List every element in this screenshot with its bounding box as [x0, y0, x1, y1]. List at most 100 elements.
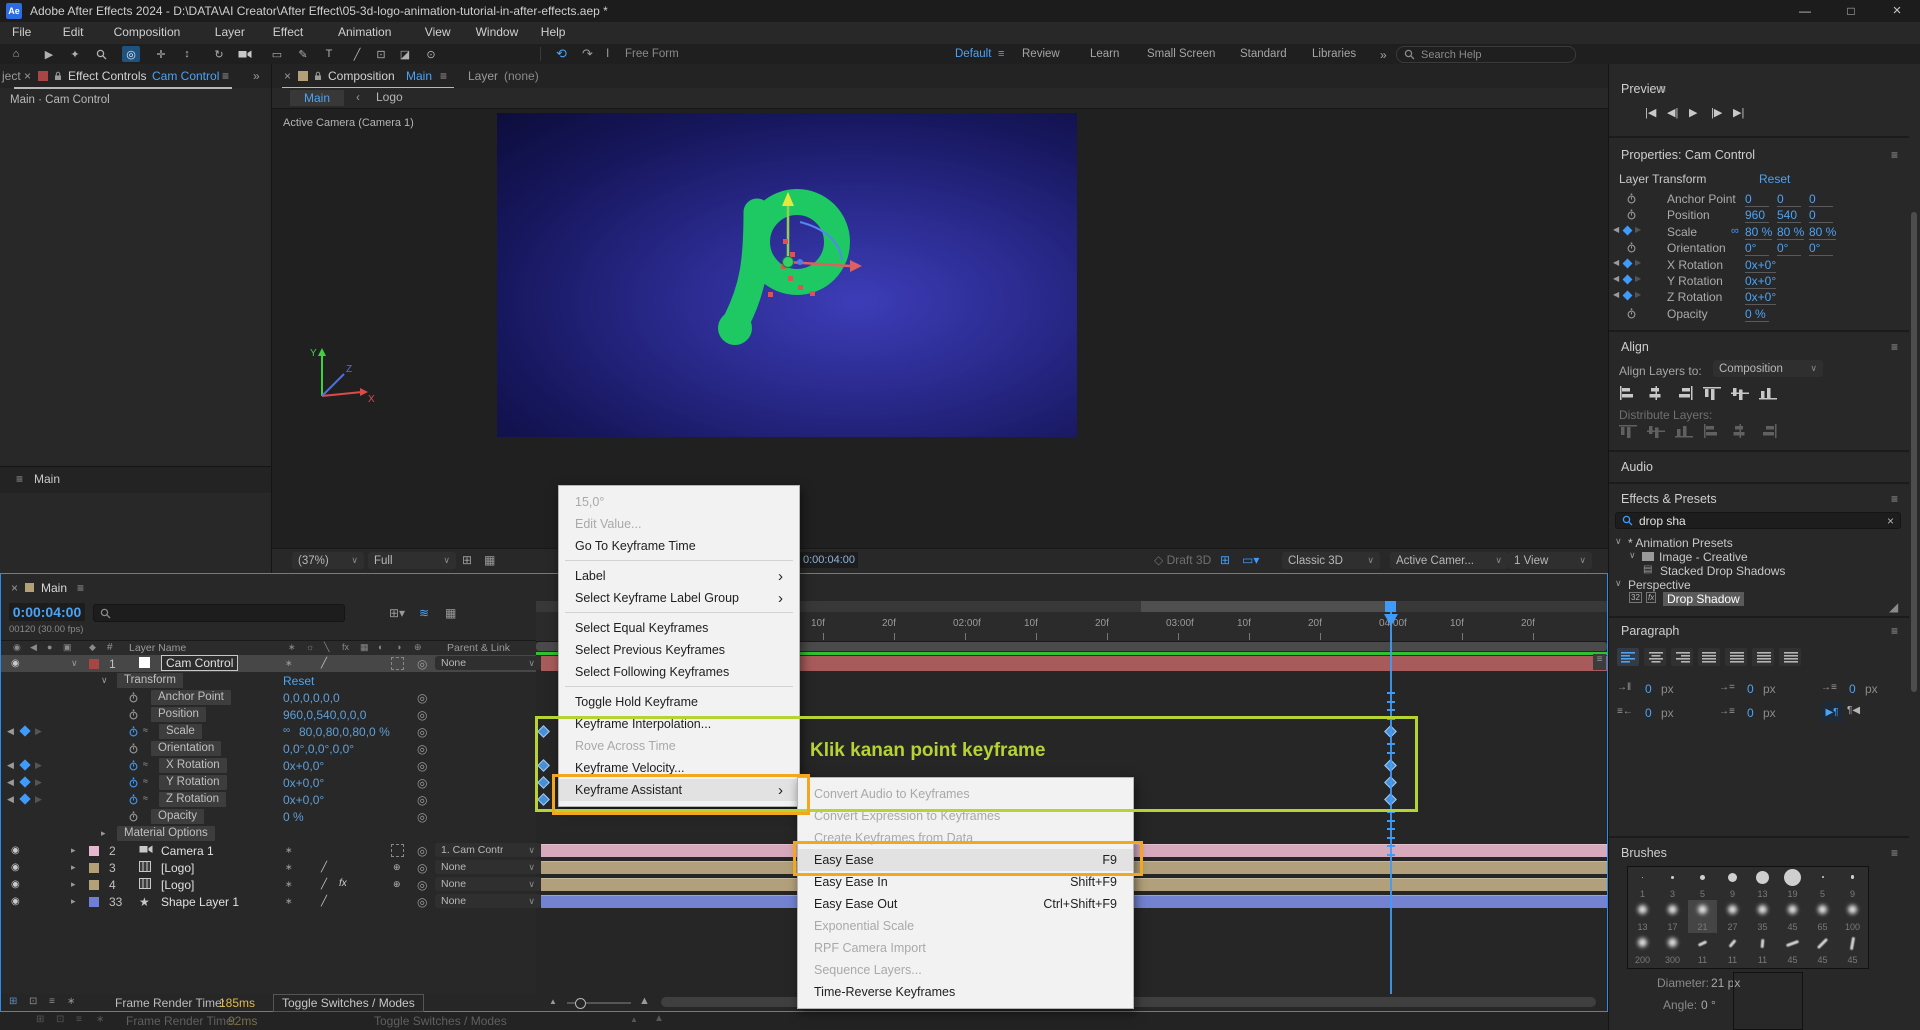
home-icon[interactable]: ⌂: [7, 46, 25, 62]
quality-switch-icon[interactable]: ╱: [321, 879, 327, 890]
pickwhip-icon[interactable]: ◎: [417, 759, 427, 773]
playhead-head[interactable]: [1384, 614, 1398, 626]
property-value[interactable]: 0x+0,0°: [283, 793, 324, 807]
panel-menu-icon[interactable]: ≡: [222, 69, 229, 83]
workspace-overflow-icon[interactable]: »: [1380, 48, 1387, 62]
time-navigator-end-handle[interactable]: [1385, 601, 1396, 612]
expand-transfer-controls-icon[interactable]: ⊡: [29, 996, 37, 1007]
brush-preset[interactable]: 200: [1628, 933, 1657, 966]
layer-tab[interactable]: Layer: [468, 69, 498, 83]
monitor-icon[interactable]: ▭▾: [1242, 553, 1259, 567]
comp-tab-main[interactable]: Main: [290, 90, 344, 106]
property-value[interactable]: 0x+0°: [1745, 274, 1776, 289]
justify-last-right-button[interactable]: [1752, 648, 1774, 666]
layer-name-column-header[interactable]: Layer Name: [129, 642, 186, 654]
property-name[interactable]: Opacity: [151, 809, 204, 824]
keyframe-nav-diamond-icon[interactable]: [19, 793, 30, 804]
workspace-tab-small-screen[interactable]: Small Screen: [1147, 48, 1215, 60]
stopwatch-icon[interactable]: [1627, 209, 1636, 220]
keyframe-nav-next-icon[interactable]: ▶: [1635, 290, 1641, 299]
brush-preset[interactable]: 5: [1808, 867, 1837, 900]
composition-tab-target[interactable]: Main: [406, 69, 432, 83]
composition-tab[interactable]: Composition: [328, 69, 395, 83]
tree-item--animation-presets[interactable]: * Animation Presets: [1628, 536, 1733, 550]
stopwatch-icon[interactable]: [1627, 308, 1636, 319]
graph-overlay-icon[interactable]: ≈: [143, 725, 148, 735]
align-bottom-icon[interactable]: [1759, 386, 1777, 400]
graph-overlay-icon[interactable]: ≈: [143, 793, 148, 803]
pickwhip-icon[interactable]: ◎: [417, 776, 427, 790]
stopwatch-icon[interactable]: [129, 743, 138, 754]
link-icon[interactable]: ∞: [1731, 225, 1739, 237]
property-value[interactable]: 0 %: [1745, 307, 1769, 322]
project-tab[interactable]: ject: [2, 69, 21, 83]
toggle-switches-modes-button[interactable]: Toggle Switches / Modes: [273, 994, 424, 1012]
pan-camera-tool-icon[interactable]: ✛: [152, 46, 170, 62]
context-menu-item-select-following-keyframes[interactable]: Select Following Keyframes: [559, 661, 799, 683]
docked-panel-tab[interactable]: Main: [34, 472, 60, 486]
layer-visibility-icon[interactable]: ◉: [11, 658, 20, 669]
parent-pickwhip-icon[interactable]: ◎: [417, 657, 427, 671]
context-menu-item-select-keyframe-label-group[interactable]: Select Keyframe Label Group›: [559, 587, 799, 609]
help-search-box[interactable]: Search Help: [1396, 46, 1576, 63]
motion-blur-icon[interactable]: ▦: [445, 606, 456, 620]
property-value[interactable]: 0x+0,0°: [283, 759, 324, 773]
collapse-switch-icon[interactable]: ∗: [285, 879, 293, 890]
parent-link-column-header[interactable]: Parent & Link: [447, 642, 510, 654]
stopwatch-icon[interactable]: [129, 760, 138, 771]
collapse-switch-icon[interactable]: ∗: [285, 658, 293, 669]
submenu-item-easy-ease-out[interactable]: Easy Ease OutCtrl+Shift+F9: [798, 893, 1133, 915]
draft-3d-toggle[interactable]: ◇ Draft 3D: [1154, 553, 1211, 567]
property-value[interactable]: 80 %: [1745, 225, 1772, 240]
submenu-item-time-reverse-keyframes[interactable]: Time-Reverse Keyframes: [798, 981, 1133, 1003]
keyframe-nav-diamond-icon[interactable]: [19, 776, 30, 787]
property-value[interactable]: 540: [1777, 208, 1801, 223]
twirl-icon[interactable]: ∨: [1629, 550, 1636, 561]
brush-preset[interactable]: 11: [1688, 933, 1717, 966]
align-to-dropdown[interactable]: Composition∨: [1713, 360, 1823, 377]
orbit-camera-tool-icon[interactable]: ◎: [122, 46, 140, 62]
space-after-field[interactable]: 0: [1747, 706, 1754, 720]
brush-angle-value[interactable]: 0 °: [1701, 998, 1716, 1012]
eraser-tool-icon[interactable]: ◪: [396, 46, 414, 62]
preview-next-frame-button[interactable]: |▶: [1711, 106, 1722, 119]
brush-preset[interactable]: 19: [1778, 867, 1807, 900]
property-value[interactable]: 0x+0°: [1745, 290, 1776, 305]
keyframe-nav-next-icon[interactable]: ▶: [35, 760, 42, 771]
puppet-pin-tool-icon[interactable]: ⊙: [422, 46, 440, 62]
brush-preset[interactable]: 45: [1778, 933, 1807, 966]
layer-name[interactable]: Shape Layer 1: [161, 895, 239, 909]
collapse-switch-icon[interactable]: ∗: [285, 845, 293, 856]
align-vertical-center-icon[interactable]: [1731, 386, 1749, 400]
justify-last-center-button[interactable]: [1725, 648, 1747, 666]
3d-gizmo-switch-icon[interactable]: [391, 657, 404, 670]
property-name[interactable]: Scale: [159, 724, 202, 739]
keyframe-nav-prev-icon[interactable]: ◀: [7, 794, 14, 805]
type-tool-icon[interactable]: T: [320, 46, 338, 62]
property-name[interactable]: Anchor Point: [151, 690, 231, 705]
effects-switch-icon[interactable]: fx: [339, 878, 347, 889]
tree-item-perspective[interactable]: Perspective: [1628, 578, 1691, 592]
menu-edit[interactable]: Edit: [63, 25, 84, 39]
twirl-icon[interactable]: ∨: [1615, 578, 1622, 589]
keyframe-nav-prev-icon[interactable]: ◀: [1613, 274, 1619, 283]
expand-render-time-icon[interactable]: ∗: [67, 996, 75, 1007]
property-value[interactable]: 0: [1777, 192, 1801, 207]
close-button[interactable]: ×: [1874, 0, 1920, 22]
space-before-field[interactable]: 0: [1849, 682, 1856, 696]
property-value[interactable]: 0°: [1809, 241, 1833, 256]
menu-view[interactable]: View: [425, 25, 451, 39]
keyframe-nav-next-icon[interactable]: ▶: [35, 777, 42, 788]
3d-layer-switch-icon[interactable]: ⊕: [393, 879, 401, 890]
brush-preset[interactable]: 5: [1688, 867, 1717, 900]
brush-preset[interactable]: 35: [1748, 900, 1777, 933]
layer-label-chip[interactable]: [89, 863, 99, 873]
justify-last-left-button[interactable]: [1698, 648, 1720, 666]
align-left-icon[interactable]: [1619, 386, 1637, 400]
layer-visibility-icon[interactable]: ◉: [11, 896, 20, 907]
zoom-out-mountain-icon[interactable]: ▲: [549, 997, 557, 1006]
dolly-camera-tool-icon[interactable]: ↕: [178, 46, 196, 62]
keyframe-nav-diamond-icon[interactable]: [1623, 258, 1633, 268]
zoom-in-mountain-icon[interactable]: ▲: [639, 995, 650, 1007]
stopwatch-icon[interactable]: [129, 811, 138, 822]
